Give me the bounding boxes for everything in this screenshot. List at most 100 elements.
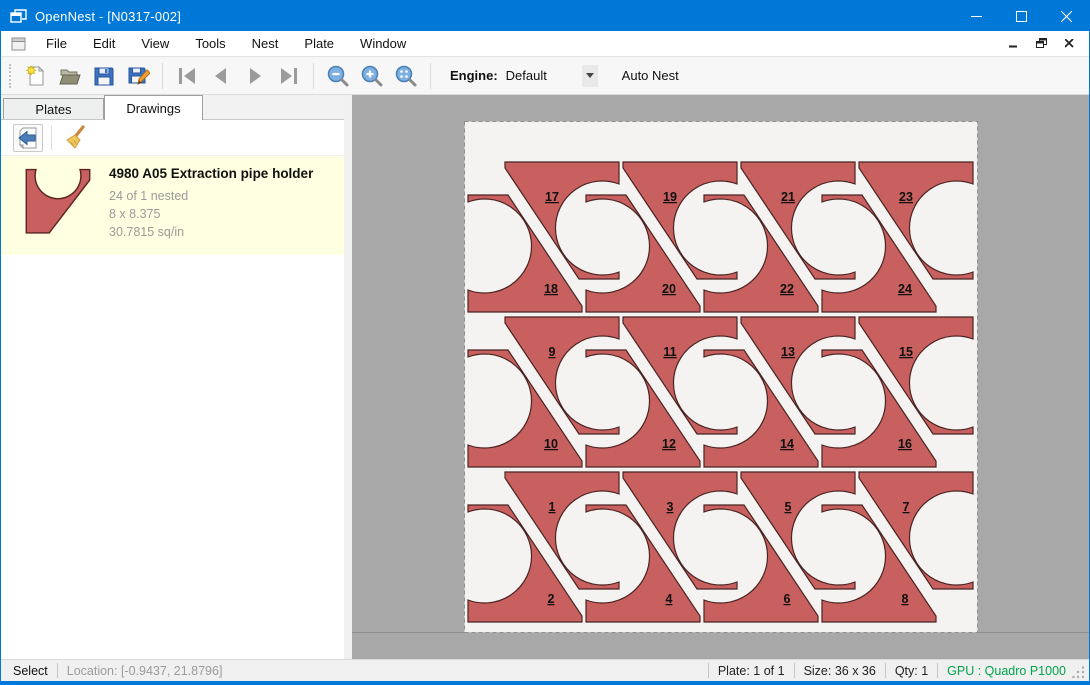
menu-bar: FileEditViewToolsNestPlateWindow bbox=[1, 31, 1089, 57]
menu-item-file[interactable]: File bbox=[33, 31, 80, 56]
main-toolbar: Engine: Default Auto Nest bbox=[1, 57, 1089, 95]
previous-plate-icon bbox=[209, 65, 233, 87]
drawing-list-item[interactable]: 4980 A05 Extraction pipe holder 24 of 1 … bbox=[1, 156, 344, 255]
tab-strip: Plates Drawings bbox=[1, 95, 344, 120]
save-button[interactable] bbox=[87, 61, 121, 91]
part-number: 7 bbox=[903, 500, 910, 514]
open-file-button[interactable] bbox=[53, 61, 87, 91]
zoom-fit-button[interactable] bbox=[389, 61, 423, 91]
window-title: OpenNest - [N0317-002] bbox=[35, 9, 181, 24]
menu-item-tools[interactable]: Tools bbox=[182, 31, 238, 56]
window-bottom-border bbox=[1, 681, 1089, 684]
close-button[interactable] bbox=[1044, 1, 1089, 31]
part-number: 15 bbox=[899, 345, 913, 359]
go-first-plate-button[interactable] bbox=[170, 61, 204, 91]
part-number: 19 bbox=[663, 190, 677, 204]
drawing-area: 30.7815 sq/in bbox=[109, 223, 313, 241]
part-number: 12 bbox=[662, 437, 676, 451]
status-bar: Select Location: [-0.9437, 21.8796] Plat… bbox=[1, 659, 1089, 681]
mdi-restore-icon[interactable] bbox=[1031, 35, 1051, 53]
part-number: 16 bbox=[898, 437, 912, 451]
engine-dropdown-arrow[interactable] bbox=[582, 65, 598, 87]
drawing-nested-count: 24 of 1 nested bbox=[109, 187, 313, 205]
panel-splitter[interactable] bbox=[344, 95, 352, 659]
broom-icon bbox=[63, 125, 87, 151]
part-number: 11 bbox=[663, 345, 676, 359]
zoom-out-icon bbox=[326, 64, 350, 88]
panel-toolbar-separator bbox=[51, 126, 52, 150]
import-drawing-button[interactable] bbox=[13, 124, 43, 152]
mdi-document-icon[interactable] bbox=[11, 37, 27, 51]
new-document-button[interactable] bbox=[19, 61, 53, 91]
main-area: Plates Drawings bbox=[1, 95, 1089, 659]
next-plate-icon bbox=[243, 65, 267, 87]
clear-drawings-button[interactable] bbox=[60, 124, 90, 152]
menu-item-edit[interactable]: Edit bbox=[80, 31, 128, 56]
minimize-button[interactable] bbox=[954, 1, 999, 31]
nest-canvas[interactable]: 181720192221242310912111413161521436587 bbox=[352, 95, 1089, 659]
status-separator bbox=[794, 663, 795, 678]
toolbar-grip[interactable] bbox=[9, 64, 11, 88]
app-icon bbox=[10, 9, 27, 24]
part-number: 17 bbox=[545, 190, 559, 204]
last-plate-icon bbox=[277, 65, 301, 87]
tab-drawings[interactable]: Drawings bbox=[104, 95, 203, 120]
part-number: 4 bbox=[666, 592, 673, 606]
tab-plates[interactable]: Plates bbox=[3, 98, 104, 119]
status-gpu: GPU : Quadro P1000 bbox=[947, 664, 1066, 678]
menu-item-window[interactable]: Window bbox=[347, 31, 419, 56]
engine-select[interactable]: Default bbox=[506, 64, 598, 88]
status-mode: Select bbox=[13, 664, 48, 678]
part-number: 8 bbox=[902, 592, 909, 606]
engine-value: Default bbox=[506, 68, 582, 83]
part-number: 24 bbox=[898, 282, 912, 296]
part-number: 22 bbox=[780, 282, 794, 296]
part-number: 6 bbox=[784, 592, 791, 606]
part-number: 5 bbox=[785, 500, 792, 514]
part-number: 9 bbox=[549, 345, 556, 359]
status-separator bbox=[937, 663, 938, 678]
toolbar-separator bbox=[162, 63, 163, 89]
zoom-out-button[interactable] bbox=[321, 61, 355, 91]
menu-item-plate[interactable]: Plate bbox=[291, 31, 347, 56]
maximize-button[interactable] bbox=[999, 1, 1044, 31]
zoom-in-button[interactable] bbox=[355, 61, 389, 91]
new-document-icon bbox=[24, 64, 48, 88]
open-file-icon bbox=[58, 64, 82, 88]
status-plate: Plate: 1 of 1 bbox=[718, 664, 785, 678]
go-previous-plate-button[interactable] bbox=[204, 61, 238, 91]
drawing-thumbnail bbox=[19, 166, 97, 245]
drawing-dimensions: 8 x 8.375 bbox=[109, 205, 313, 223]
drawing-title: 4980 A05 Extraction pipe holder bbox=[109, 166, 313, 181]
mdi-minimize-icon[interactable] bbox=[1003, 35, 1023, 53]
save-as-icon bbox=[126, 64, 150, 88]
nest-canvas-svg[interactable]: 181720192221242310912111413161521436587 bbox=[352, 95, 1089, 659]
toolbar-separator bbox=[313, 63, 314, 89]
toolbar-separator bbox=[430, 63, 431, 89]
drawing-part-shape bbox=[26, 170, 89, 233]
menu-item-view[interactable]: View bbox=[128, 31, 182, 56]
status-location: Location: [-0.9437, 21.8796] bbox=[67, 664, 223, 678]
menu-item-nest[interactable]: Nest bbox=[239, 31, 292, 56]
part-number: 20 bbox=[662, 282, 676, 296]
go-last-plate-button[interactable] bbox=[272, 61, 306, 91]
part-number: 23 bbox=[899, 190, 913, 204]
save-icon bbox=[92, 64, 116, 88]
status-separator bbox=[708, 663, 709, 678]
menu-items: FileEditViewToolsNestPlateWindow bbox=[33, 31, 419, 56]
part-number: 1 bbox=[549, 500, 556, 514]
save-as-button[interactable] bbox=[121, 61, 155, 91]
status-size: Size: 36 x 36 bbox=[804, 664, 876, 678]
mdi-close-icon[interactable] bbox=[1059, 35, 1079, 53]
part-number: 13 bbox=[781, 345, 795, 359]
title-bar: OpenNest - [N0317-002] bbox=[1, 1, 1089, 31]
zoom-in-icon bbox=[360, 64, 384, 88]
status-separator bbox=[57, 663, 58, 678]
auto-nest-button[interactable]: Auto Nest bbox=[612, 63, 689, 88]
go-next-plate-button[interactable] bbox=[238, 61, 272, 91]
import-drawing-icon bbox=[17, 126, 39, 150]
part-number: 14 bbox=[780, 437, 794, 451]
part-number: 18 bbox=[544, 282, 558, 296]
resize-grip[interactable] bbox=[1072, 666, 1086, 680]
drawings-toolbar bbox=[1, 120, 344, 156]
